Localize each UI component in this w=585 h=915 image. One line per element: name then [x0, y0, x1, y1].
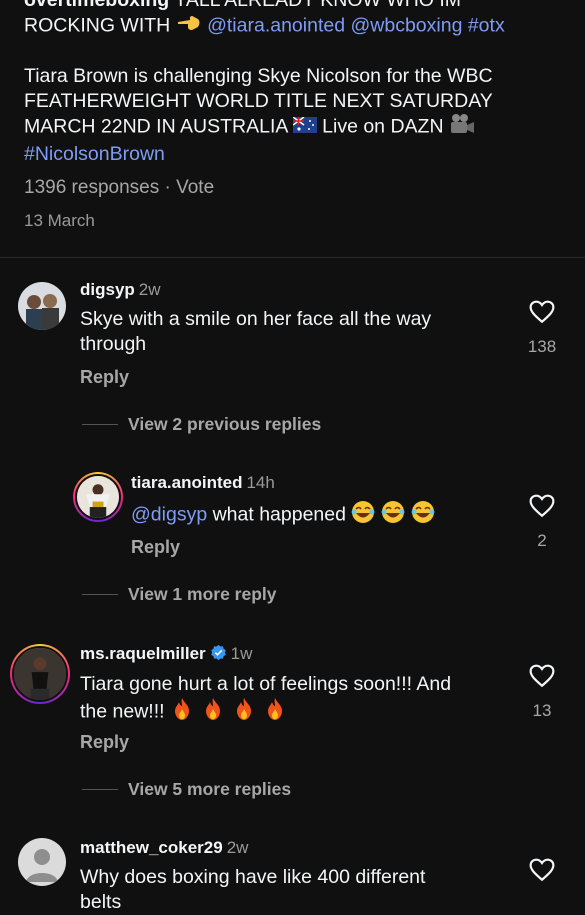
- reply-button[interactable]: Reply: [131, 537, 180, 558]
- caption-tags[interactable]: @tiara.anointed @wbcboxing #otx: [207, 14, 505, 36]
- comment-username[interactable]: ms.raquelmiller 1w: [80, 644, 252, 664]
- like-count: 13: [532, 701, 552, 720]
- heart-icon[interactable]: [529, 494, 555, 523]
- reply-button[interactable]: Reply: [80, 367, 129, 388]
- comment-time: 2w: [226, 838, 249, 857]
- like-count: 2: [537, 531, 547, 550]
- comment-text-line: the new!!!: [80, 700, 170, 723]
- comment-time: 1w: [230, 644, 253, 663]
- vote-link[interactable]: Vote: [176, 177, 214, 198]
- laughing-emoji-icon: [351, 500, 435, 531]
- caption-hashtag[interactable]: #NicolsonBrown: [24, 143, 165, 165]
- fire-emoji-icon: [170, 697, 288, 728]
- view-replies-button[interactable]: View 2 previous replies: [128, 414, 321, 435]
- comment-text: @digsyp what happened: [131, 500, 511, 531]
- comment-username[interactable]: matthew_coker29 2w: [80, 838, 248, 858]
- reply-button[interactable]: Reply: [80, 732, 129, 753]
- comment-time: 2w: [138, 280, 161, 299]
- heart-icon[interactable]: [529, 300, 555, 329]
- comment-text-body: what happened: [207, 503, 352, 526]
- reply-thread-line: [82, 789, 118, 790]
- caption-line2: ROCKING WITH: [24, 13, 176, 36]
- comment-text: Skye with a smile on her face all the wa…: [80, 308, 432, 355]
- view-replies-button[interactable]: View 5 more replies: [128, 779, 291, 800]
- comment-text-line: Why does boxing have like 400 different: [80, 866, 426, 888]
- avatar[interactable]: [18, 282, 66, 330]
- comment-username[interactable]: tiara.anointed 14h: [131, 473, 275, 493]
- post-author[interactable]: overtimeboxing: [24, 0, 169, 11]
- avatar[interactable]: [10, 644, 70, 704]
- comment-username[interactable]: digsyp 2w: [80, 280, 161, 300]
- verified-badge-icon: [210, 644, 227, 661]
- like-count: 138: [527, 337, 557, 356]
- comment-text-line: Tiara gone hurt a lot of feelings soon!!…: [80, 673, 452, 695]
- post-caption: overtimeboxing YALL ALREADY KNOW WHO IM …: [24, 0, 564, 166]
- caption-line1: YALL ALREADY KNOW WHO IM: [169, 0, 462, 11]
- comment-time: 14h: [246, 473, 275, 492]
- comment-text: Tiara gone hurt a lot of feelings soon!!…: [80, 672, 520, 728]
- australia-flag-icon: [292, 115, 317, 140]
- heart-icon[interactable]: [529, 858, 555, 887]
- post-date: 13 March: [24, 211, 95, 230]
- meta-separator: ·: [159, 177, 177, 198]
- comment-text-line: belts: [80, 891, 122, 913]
- divider: [0, 257, 585, 258]
- reply-thread-line: [82, 424, 118, 425]
- mention-link[interactable]: @digsyp: [131, 504, 207, 526]
- pointing-hand-emoji-icon: [176, 13, 202, 40]
- reply-thread-line: [82, 594, 118, 595]
- post-meta: 1396 responses · Vote: [24, 177, 214, 199]
- comment-text: Why does boxing have like 400 different …: [80, 865, 520, 915]
- movie-camera-icon: [449, 113, 475, 142]
- avatar[interactable]: [73, 472, 123, 522]
- responses-count[interactable]: 1396 responses: [24, 177, 159, 198]
- heart-icon[interactable]: [529, 664, 555, 693]
- caption-live: Live on DAZN: [316, 115, 449, 138]
- default-avatar-icon[interactable]: [18, 838, 66, 886]
- view-replies-button[interactable]: View 1 more reply: [128, 584, 277, 605]
